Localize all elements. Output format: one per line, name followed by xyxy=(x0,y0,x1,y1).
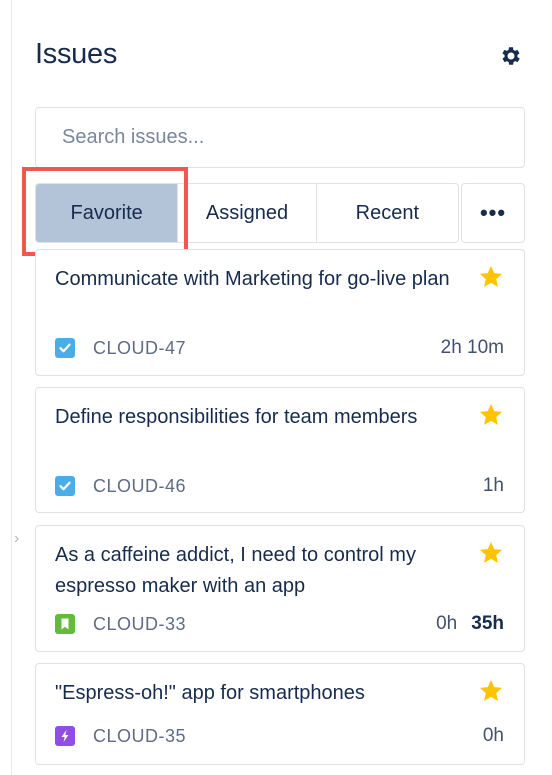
issue-card[interactable]: Define responsibilities for team members… xyxy=(35,387,525,513)
tab-recent[interactable]: Recent xyxy=(316,184,458,242)
epic-lightning-icon xyxy=(55,726,75,746)
issue-key: CLOUD-33 xyxy=(93,613,187,634)
time-estimate: 35h xyxy=(471,613,504,634)
time-estimate: 1h xyxy=(482,475,504,496)
panel-edge xyxy=(0,0,12,775)
issue-card[interactable]: "Espress-oh!" app for smartphones CLOUD-… xyxy=(35,663,525,765)
task-checkbox-icon xyxy=(55,476,75,496)
issue-title: "Espress-oh!" app for smartphones xyxy=(55,682,365,704)
issue-card[interactable]: As a caffeine addict, I need to control … xyxy=(35,525,525,652)
tab-group: Favorite Assigned Recent xyxy=(35,183,459,243)
gear-icon[interactable] xyxy=(499,44,523,68)
issue-title: Define responsibilities for team members xyxy=(55,406,418,428)
issue-meta: CLOUD-47 2h 10m xyxy=(55,336,504,360)
issue-meta: CLOUD-33 0h 35h xyxy=(55,612,504,636)
issue-meta: CLOUD-35 0h xyxy=(55,724,504,748)
issues-header: Issues xyxy=(35,38,525,78)
search-field[interactable] xyxy=(35,107,525,168)
issue-key: CLOUD-46 xyxy=(93,475,187,496)
tab-favorite[interactable]: Favorite xyxy=(36,184,179,242)
story-bookmark-icon xyxy=(55,614,75,634)
more-button[interactable]: ••• xyxy=(461,183,525,243)
issue-key: CLOUD-47 xyxy=(93,337,187,358)
chevron-right-icon[interactable]: › xyxy=(14,531,28,547)
task-checkbox-icon xyxy=(55,338,75,358)
tab-assigned[interactable]: Assigned xyxy=(178,184,317,242)
issue-key: CLOUD-35 xyxy=(93,725,187,746)
issue-card[interactable]: Communicate with Marketing for go-live p… xyxy=(35,249,525,376)
star-icon[interactable] xyxy=(478,264,504,290)
issue-title: Communicate with Marketing for go-live p… xyxy=(55,268,450,290)
star-icon[interactable] xyxy=(478,540,504,566)
star-icon[interactable] xyxy=(478,678,504,704)
time-spent: 0h xyxy=(436,613,458,634)
issue-title: As a caffeine addict, I need to control … xyxy=(55,544,416,597)
issue-meta: CLOUD-46 1h xyxy=(55,474,504,498)
star-icon[interactable] xyxy=(478,402,504,428)
page-title: Issues xyxy=(35,38,118,70)
time-estimate: 0h xyxy=(482,725,504,746)
issue-tabs: Favorite Assigned Recent ••• xyxy=(35,183,525,243)
search-input[interactable] xyxy=(36,108,524,167)
time-estimate: 2h 10m xyxy=(440,337,504,358)
more-horizontal-icon: ••• xyxy=(479,200,507,225)
